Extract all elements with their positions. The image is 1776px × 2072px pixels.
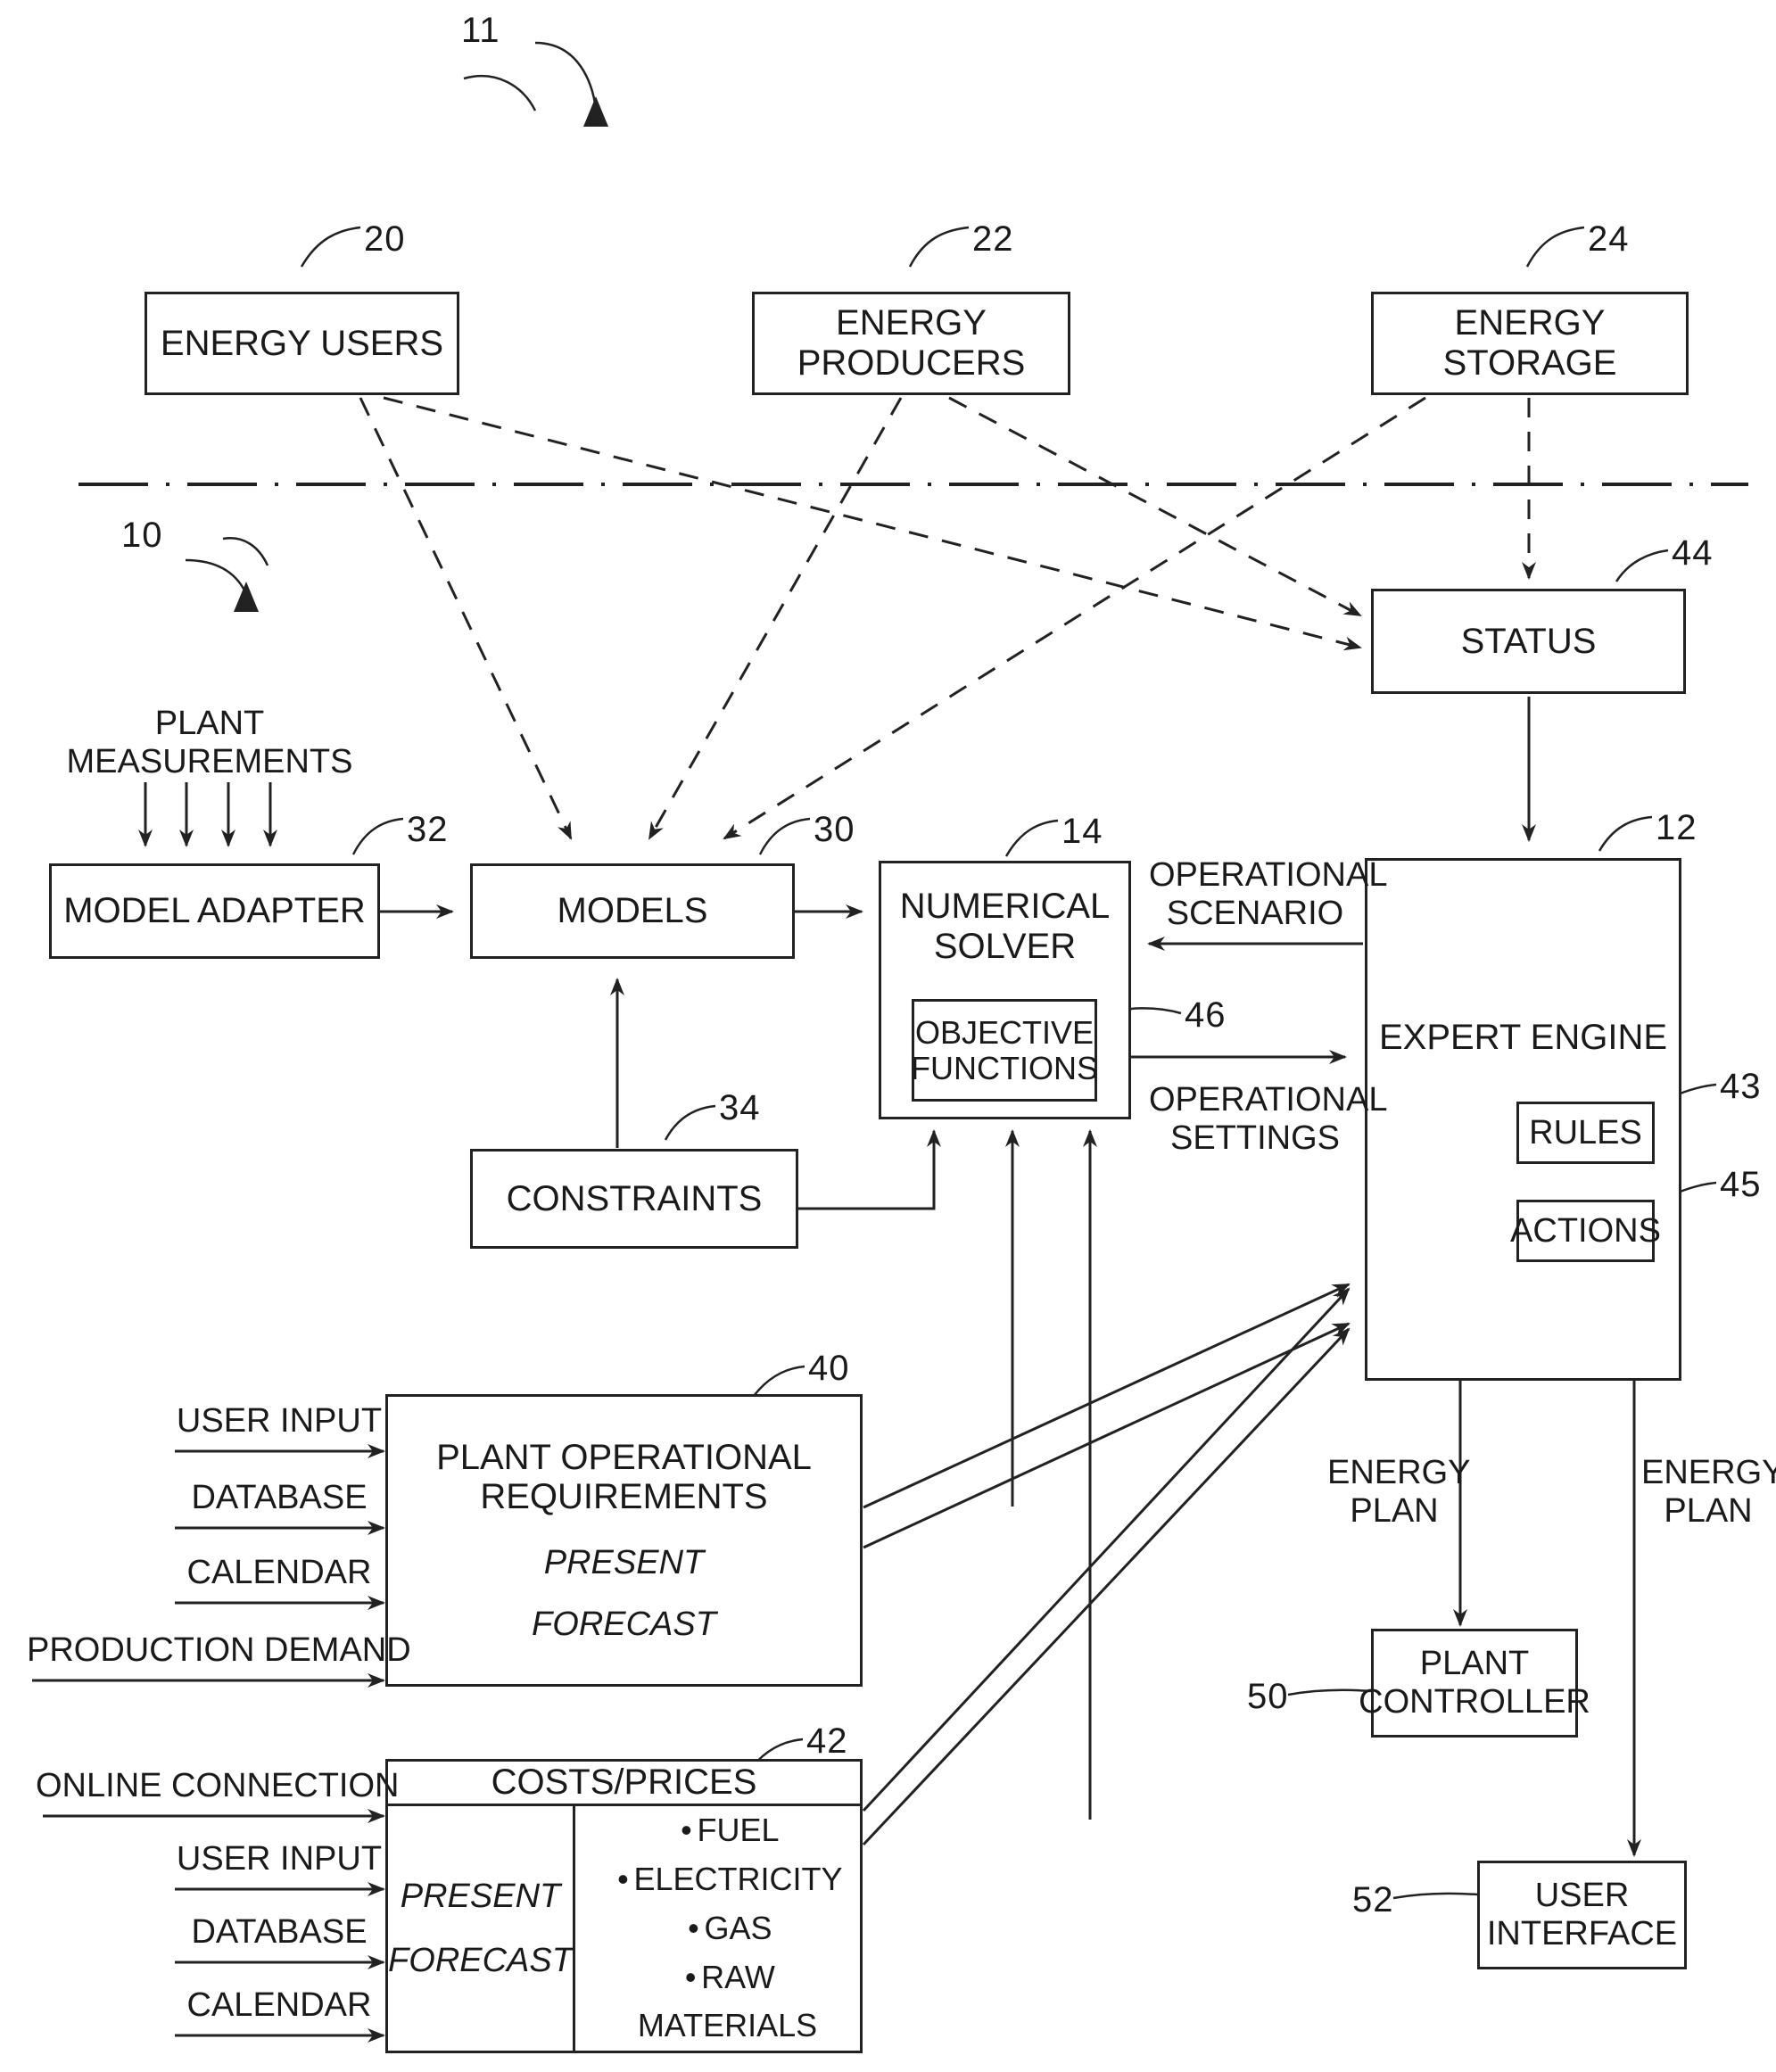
block-numerical-solver-label: NUMERICAL SOLVER [899,887,1111,966]
costs-item-gas: • GAS [595,1904,860,1953]
block-objective-functions-label: OBJECTIVE FUNCTIONS [911,1013,1098,1086]
plant-measurements-label: PLANT MEASUREMENTS [66,705,353,780]
bullet-icon: • [684,1958,697,1995]
costs-prices-title: COSTS/PRICES [491,1762,757,1803]
flow-label-energy-plan-right: ENERGY PLAN [1641,1454,1776,1530]
costs-input-label-online-connection: ONLINE CONNECTION [36,1767,400,1804]
block-costs-prices[interactable]: COSTS/PRICES PRESENT FORECAST • FUEL • ELE… [385,1759,863,2053]
block-energy-producers-label: ENERGY PRODUCERS [797,303,1026,383]
block-energy-users[interactable]: ENERGY USERS [145,292,459,395]
ref-numeral-12: 12 [1656,808,1698,847]
ref-numeral-50: 50 [1247,1677,1289,1716]
block-plant-controller-label: PLANT CONTROLLER [1359,1645,1590,1721]
block-plant-controller[interactable]: PLANT CONTROLLER [1359,1629,1590,1738]
bullet-icon: • [617,1861,629,1898]
ref-numeral-10: 10 [121,516,163,555]
costs-item-raw-materials: • RAW MATERIALS [595,1953,860,2051]
block-models[interactable]: MODELS [470,863,795,959]
ref-numeral-42: 42 [806,1721,848,1761]
costs-forecast: FORECAST [388,1942,573,1980]
block-user-interface-label: USER INTERFACE [1486,1877,1678,1952]
ref-numeral-14: 14 [1061,812,1103,851]
block-objective-functions[interactable]: OBJECTIVE FUNCTIONS [911,999,1098,1102]
patent-figure: 11 10 20 22 24 44 32 30 14 12 46 43 45 3… [0,0,1776,2072]
costs-item-electricity: • ELECTRICITY [595,1855,860,1904]
costs-present: PRESENT [400,1877,561,1915]
block-rules[interactable]: RULES [1516,1102,1655,1164]
por-present: PRESENT [543,1544,705,1582]
bullet-icon: • [688,1909,699,1946]
ref-numeral-44: 44 [1672,533,1714,573]
block-actions[interactable]: ACTIONS [1510,1200,1661,1262]
block-status-label: STATUS [1460,621,1597,661]
ref-numeral-11: 11 [461,11,500,50]
flow-label-energy-plan-left: ENERGY PLAN [1327,1454,1471,1530]
block-constraints-label: CONSTRAINTS [506,1178,763,1218]
ref-numeral-22: 22 [972,219,1014,259]
costs-input-label-calendar: CALENDAR [186,1986,372,2024]
por-forecast: FORECAST [532,1605,716,1643]
costs-input-label-database: DATABASE [191,1913,368,1951]
block-energy-users-label: ENERGY USERS [160,323,444,363]
ref-numeral-32: 32 [407,810,449,849]
block-model-adapter[interactable]: MODEL ADAPTER [49,863,380,959]
block-expert-engine-label: EXPERT ENGINE [1378,1018,1668,1057]
costs-item-fuel: • FUEL [595,1806,860,1855]
block-model-adapter-label: MODEL ADAPTER [63,891,366,931]
ref-numeral-46: 46 [1185,995,1227,1035]
costs-input-label-user-input: USER INPUT [176,1840,383,1878]
bullet-icon: • [681,1812,692,1849]
ref-numeral-24: 24 [1588,219,1630,259]
ref-numeral-30: 30 [814,810,855,849]
block-constraints[interactable]: CONSTRAINTS [470,1149,798,1249]
por-input-label-calendar: CALENDAR [186,1554,372,1591]
block-actions-label: ACTIONS [1510,1211,1661,1250]
block-rules-label: RULES [1529,1113,1642,1152]
por-input-label-database: DATABASE [191,1479,368,1516]
ref-numeral-52: 52 [1352,1880,1394,1919]
por-input-label-user-input: USER INPUT [176,1402,383,1440]
ref-numeral-40: 40 [808,1349,850,1388]
block-models-label: MODELS [557,891,708,931]
block-plant-operational-requirements[interactable]: PLANT OPERATIONAL REQUIREMENTS PRESENT F… [385,1394,863,1687]
ref-numeral-34: 34 [719,1088,761,1127]
ref-numeral-45: 45 [1720,1165,1762,1204]
por-title: PLANT OPERATIONAL REQUIREMENTS [436,1437,812,1517]
block-user-interface[interactable]: USER INTERFACE [1477,1861,1687,1969]
flow-label-operational-settings: OPERATIONAL SETTINGS [1149,1081,1388,1157]
block-status[interactable]: STATUS [1371,589,1686,694]
block-energy-storage-label: ENERGY STORAGE [1442,303,1617,383]
ref-numeral-20: 20 [364,219,406,259]
ref-numeral-43: 43 [1720,1067,1762,1106]
flow-label-operational-scenario: OPERATIONAL SCENARIO [1149,856,1388,932]
por-input-label-production-demand: PRODUCTION DEMAND [27,1631,411,1669]
block-energy-producers[interactable]: ENERGY PRODUCERS [752,292,1070,395]
block-energy-storage[interactable]: ENERGY STORAGE [1371,292,1689,395]
